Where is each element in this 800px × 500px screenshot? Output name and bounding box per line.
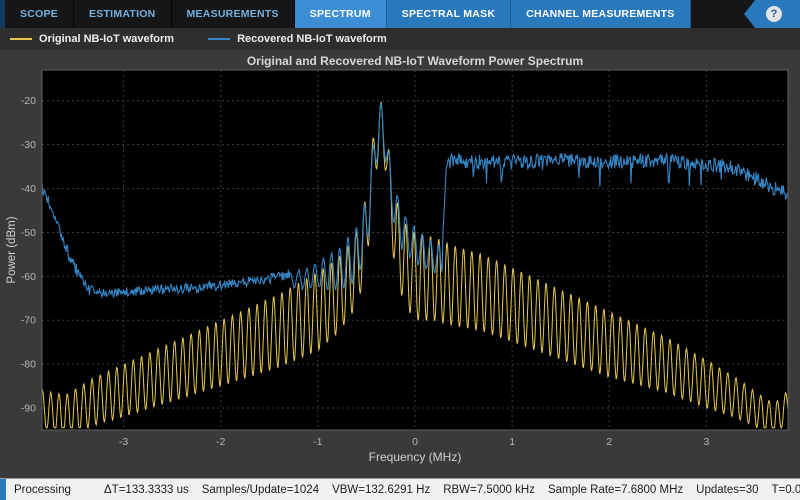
x-tick-label: 1 [509,436,515,448]
y-tick-label: -90 [21,403,36,415]
x-tick-label: 3 [703,436,709,448]
spectrum-analyzer-window: SCOPEESTIMATIONMEASUREMENTSSPECTRUMSPECT… [0,0,800,500]
x-tick-label: 2 [606,436,612,448]
figure-area: Original and Recovered NB-IoT Waveform P… [0,50,800,478]
y-tick-label: -60 [21,271,36,283]
legend-label: Original NB-IoT waveform [39,33,174,45]
status-item: Samples/Update=1024 [202,484,319,496]
y-tick-label: -70 [21,315,36,327]
help-icon[interactable]: ? [766,6,782,22]
y-tick-label: -30 [21,139,36,151]
legend-line-swatch [208,38,230,40]
legend-line-swatch [10,38,32,40]
y-tick-label: -40 [21,183,36,195]
x-tick-label: 0 [412,436,418,448]
x-tick-label: -1 [313,436,322,448]
toolbar-tabs: SCOPEESTIMATIONMEASUREMENTSSPECTRUMSPECT… [5,0,691,28]
y-tick-label: -20 [21,95,36,107]
spectrum-plot[interactable]: -90 -80 -70 -60 -50 -40 -30 -20 -3 -2 -1 0 1 2 3 [0,50,800,478]
status-bar: Processing ΔT=133.3333 us Samples/Update=… [0,478,800,500]
status-item: VBW=132.6291 Hz [332,484,430,496]
tab-channel-measurements[interactable]: CHANNEL MEASUREMENTS [511,0,690,28]
tab-spectral-mask[interactable]: SPECTRAL MASK [387,0,511,28]
legend-label: Recovered NB-IoT waveform [237,33,387,45]
status-accent [0,479,6,500]
status-state: Processing [14,484,104,496]
x-tick-label: -3 [119,436,128,448]
y-tick-label: -50 [21,227,36,239]
legend-item-1[interactable]: Recovered NB-IoT waveform [208,33,387,45]
tab-measurements[interactable]: MEASUREMENTS [172,0,295,28]
status-item: Updates=30 [696,484,758,496]
legend: Original NB-IoT waveform Recovered NB-IoT… [0,28,800,50]
status-item: RBW=7.5000 kHz [443,484,535,496]
status-item: ΔT=133.3333 us [104,484,189,496]
x-axis-label: Frequency (MHz) [42,450,788,464]
status-item: T=0.004 [771,484,800,496]
x-tick-label: -2 [216,436,225,448]
y-tick-label: -80 [21,359,36,371]
tab-spectrum[interactable]: SPECTRUM [295,0,387,28]
legend-item-0[interactable]: Original NB-IoT waveform [10,33,174,45]
status-item: Sample Rate=7.6800 MHz [548,484,683,496]
tab-estimation[interactable]: ESTIMATION [74,0,171,28]
tab-scope[interactable]: SCOPE [5,0,74,28]
status-items: ΔT=133.3333 us Samples/Update=1024 VBW=132… [104,484,800,496]
toolbar: SCOPEESTIMATIONMEASUREMENTSSPECTRUMSPECT… [0,0,800,28]
